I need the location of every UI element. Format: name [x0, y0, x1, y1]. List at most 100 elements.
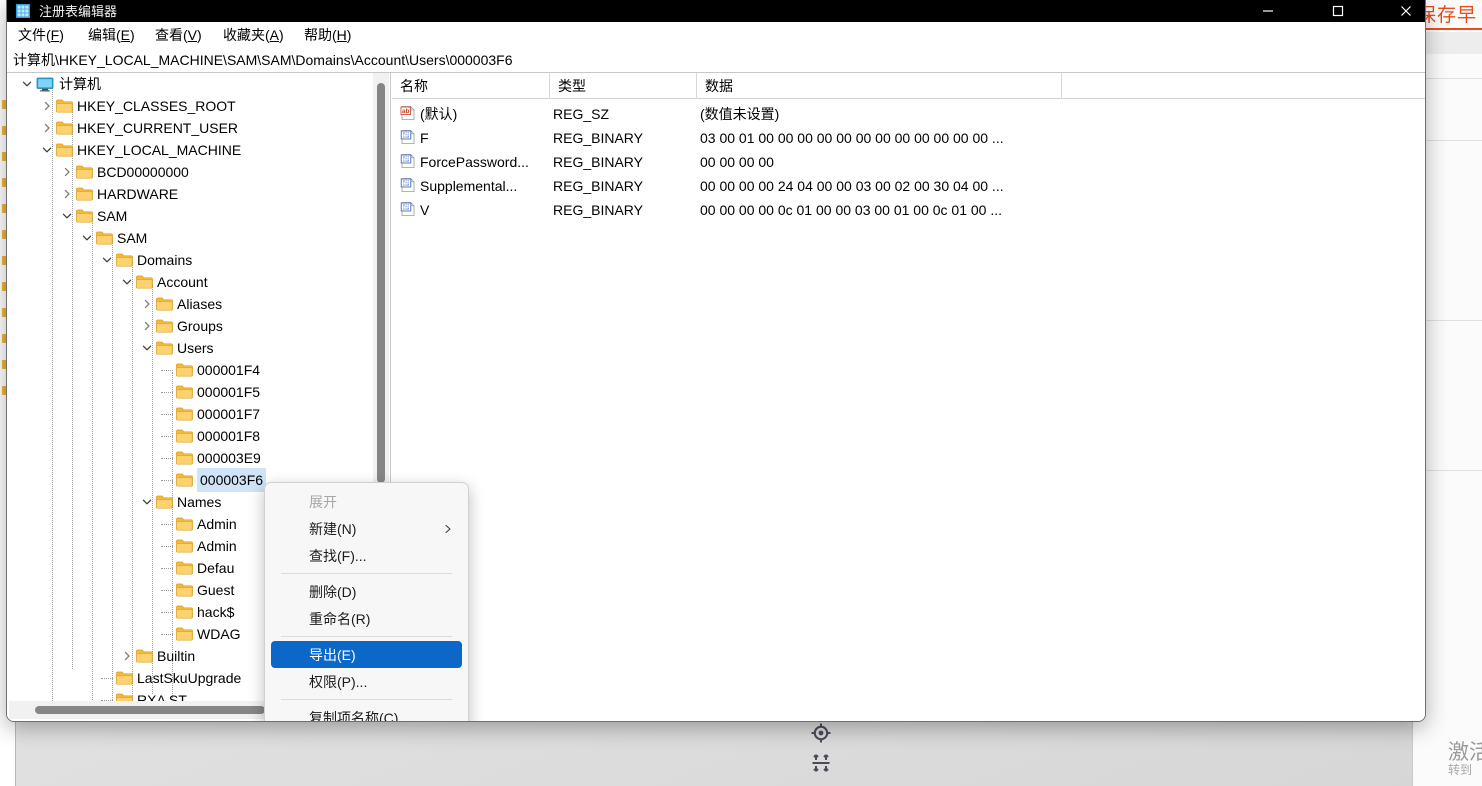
tree-item-000001f8[interactable]: 000001F8 — [7, 425, 373, 447]
tree-item-hardware[interactable]: HARDWARE — [7, 183, 373, 205]
value-row[interactable]: 011 110 F REG_BINARY 03 00 01 00 00 00 00 00… — [392, 126, 1425, 150]
context-menu-item-c[interactable]: 复制项名称(C) — [271, 704, 462, 722]
svg-text:110: 110 — [403, 136, 409, 140]
address-bar[interactable]: 计算机\HKEY_LOCAL_MACHINE\SAM\SAM\Domains\A… — [7, 47, 1425, 73]
menu-help[interactable]: 帮助(H) — [299, 22, 356, 47]
context-menu-item-p[interactable]: 权限(P)... — [271, 668, 462, 695]
tree-item-label: Admin — [197, 538, 237, 554]
svg-text:110: 110 — [403, 160, 409, 164]
binary-value-icon: 011 110 — [400, 129, 418, 147]
context-menu-item-r[interactable]: 重命名(R) — [271, 605, 462, 632]
chevron-down-icon[interactable] — [119, 271, 135, 293]
tree-item-sam[interactable]: SAM — [7, 205, 373, 227]
context-menu-item-n[interactable]: 新建(N) — [271, 515, 462, 542]
tree-item-label: hack$ — [197, 604, 235, 620]
tree-item-label: Admin — [197, 516, 237, 532]
tree-item-domains[interactable]: Domains — [7, 249, 373, 271]
tree-horizontal-scroll-thumb[interactable] — [35, 706, 265, 714]
context-menu-item-label: 新建(N) — [309, 520, 357, 537]
tree-item-account[interactable]: Account — [7, 271, 373, 293]
value-row[interactable]: 011 110 ForcePassword... REG_BINARY 00 00 00… — [392, 150, 1425, 174]
folder-icon — [155, 315, 173, 337]
menu-view[interactable]: 查看(V) — [150, 22, 207, 47]
activation-watermark-line2: 转到 — [1448, 763, 1473, 778]
column-header-type[interactable]: 类型 — [550, 73, 697, 99]
tree-item-hkey-local-machine[interactable]: HKEY_LOCAL_MACHINE — [7, 139, 373, 161]
tree-item--[interactable]: 计算机 — [7, 73, 373, 95]
chevron-right-icon[interactable] — [39, 95, 55, 117]
menu-file[interactable]: 文件(F) — [13, 22, 69, 47]
tree-item-hkey-current-user[interactable]: HKEY_CURRENT_USER — [7, 117, 373, 139]
context-menu-item-d[interactable]: 删除(D) — [271, 578, 462, 605]
folder-icon — [175, 403, 193, 425]
tree-item-000001f4[interactable]: 000001F4 — [7, 359, 373, 381]
menu-edit[interactable]: 编辑(E) — [83, 22, 140, 47]
tree-item-users[interactable]: Users — [7, 337, 373, 359]
string-value-icon: ab — [400, 105, 418, 123]
values-column-header[interactable]: 名称 类型 数据 — [392, 73, 1425, 99]
tree-connector — [101, 678, 113, 679]
title-bar[interactable]: 注册表编辑器 — [7, 0, 1425, 22]
tree-item-label: Names — [177, 494, 222, 510]
value-type: REG_BINARY — [553, 202, 643, 218]
close-button[interactable] — [1383, 0, 1425, 22]
tree-item-label: Defau — [197, 560, 235, 576]
tree-item-label: 000003E9 — [197, 450, 261, 466]
registry-values-pane[interactable]: 名称 类型 数据 ab (默认) REG_SZ (数值未设置) 011 110 F REG_B… — [392, 73, 1425, 721]
value-row[interactable]: 011 110 Supplemental... REG_BINARY 00 00 00 … — [392, 174, 1425, 198]
minimize-button[interactable] — [1245, 0, 1291, 22]
context-menu-item-label: 权限(P)... — [309, 673, 368, 690]
tree-item-000003e9[interactable]: 000003E9 — [7, 447, 373, 469]
column-header-name[interactable]: 名称 — [392, 73, 550, 99]
folder-icon — [175, 381, 193, 403]
tree-vertical-scroll-thumb[interactable] — [377, 83, 385, 483]
chevron-down-icon[interactable] — [99, 249, 115, 271]
windows-activation-watermark: 激活 转到 — [1448, 741, 1482, 778]
menu-favorites[interactable]: 收藏夹(A) — [218, 22, 289, 47]
tree-item-000001f7[interactable]: 000001F7 — [7, 403, 373, 425]
context-menu-item-f[interactable]: 查找(F)... — [271, 542, 462, 569]
menu-bar[interactable]: 文件(F) 编辑(E) 查看(V) 收藏夹(A) 帮助(H) — [7, 22, 1425, 47]
chevron-right-icon[interactable] — [59, 161, 75, 183]
tree-item-bcd00000000[interactable]: BCD00000000 — [7, 161, 373, 183]
chevron-right-icon[interactable] — [39, 117, 55, 139]
distribute-vertical-icon[interactable] — [806, 748, 836, 778]
maximize-button[interactable] — [1315, 0, 1361, 22]
tree-item-groups[interactable]: Groups — [7, 315, 373, 337]
crosshair-target-icon[interactable] — [806, 718, 836, 748]
value-data: 00 00 00 00 0c 01 00 00 03 00 01 00 0c 0… — [700, 202, 1003, 218]
tree-item-label: 计算机 — [59, 76, 101, 92]
chevron-down-icon[interactable] — [19, 73, 35, 95]
context-menu[interactable]: 展开 新建(N) 查找(F)... 删除(D) 重命名(R) 导出(E) 权限(P)... 复… — [264, 482, 469, 722]
tree-item-sam[interactable]: SAM — [7, 227, 373, 249]
chevron-right-icon[interactable] — [139, 293, 155, 315]
tree-item-hkey-classes-root[interactable]: HKEY_CLASSES_ROOT — [7, 95, 373, 117]
tree-connector — [161, 480, 173, 481]
chevron-down-icon[interactable] — [79, 227, 95, 249]
chevron-right-icon[interactable] — [119, 645, 135, 667]
folder-icon — [115, 667, 133, 689]
registry-editor-window: 注册表编辑器 文件(F) 编辑(E) 查看(V) 收藏夹(A) 帮助(H) 计算… — [6, 0, 1426, 722]
chevron-down-icon[interactable] — [59, 205, 75, 227]
chevron-right-icon[interactable] — [59, 183, 75, 205]
context-menu-item-e[interactable]: 导出(E) — [271, 641, 462, 668]
chevron-down-icon[interactable] — [39, 139, 55, 161]
floating-tool-palette[interactable] — [806, 718, 836, 780]
folder-icon — [75, 161, 93, 183]
chevron-down-icon[interactable] — [139, 337, 155, 359]
column-header-data[interactable]: 数据 — [697, 73, 1062, 99]
value-row[interactable]: 011 110 V REG_BINARY 00 00 00 00 0c 01 00 00… — [392, 198, 1425, 222]
tree-item-000001f5[interactable]: 000001F5 — [7, 381, 373, 403]
context-menu-item-label: 删除(D) — [309, 583, 357, 600]
chevron-right-icon[interactable] — [139, 315, 155, 337]
value-row[interactable]: ab (默认) REG_SZ (数值未设置) — [392, 102, 1425, 126]
folder-icon — [115, 249, 133, 271]
tree-item-aliases[interactable]: Aliases — [7, 293, 373, 315]
tree-item-label: Account — [157, 274, 208, 290]
chevron-down-icon[interactable] — [139, 491, 155, 513]
